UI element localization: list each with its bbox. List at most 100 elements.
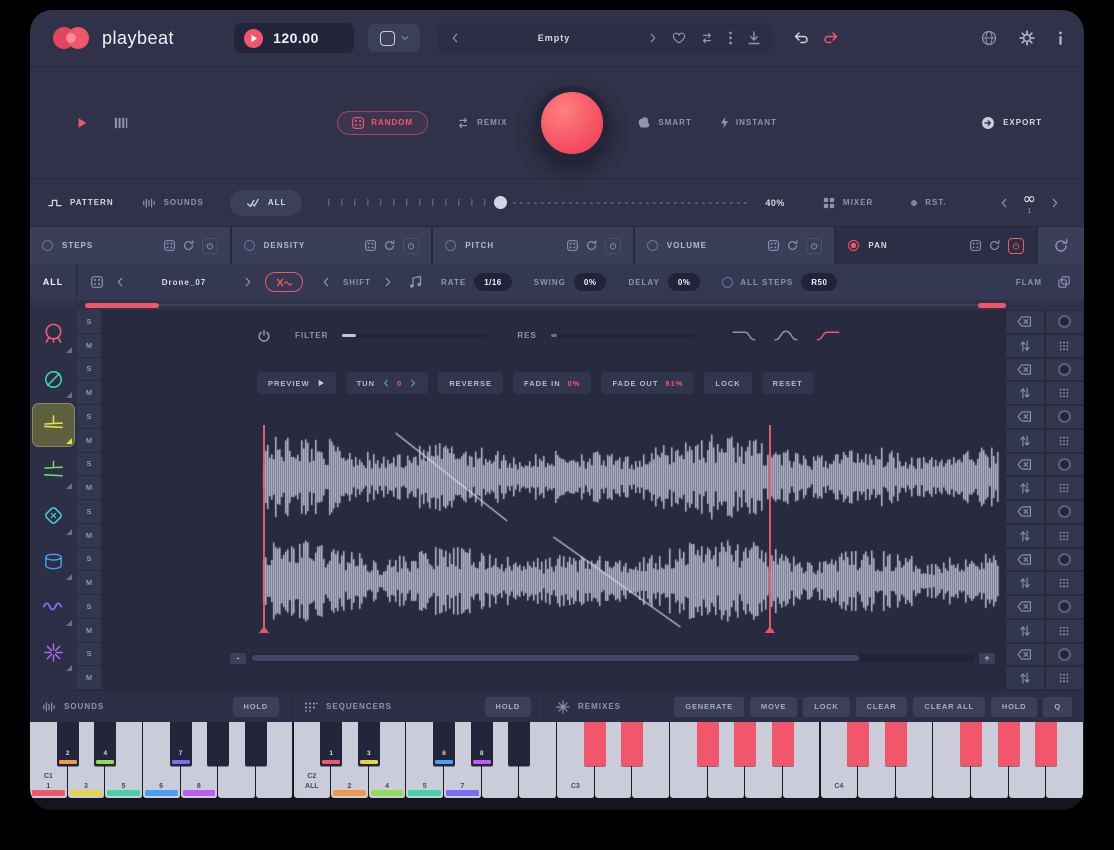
swap-sample-button[interactable] xyxy=(1005,619,1045,643)
reverse-button[interactable]: REVERSE xyxy=(438,372,503,394)
swap-sample-button[interactable] xyxy=(1005,571,1045,595)
mute-button[interactable]: M xyxy=(77,429,102,453)
mute-button[interactable]: M xyxy=(77,334,102,358)
filter-highpass-icon[interactable] xyxy=(816,328,840,343)
row-all-cell[interactable]: ALL xyxy=(30,264,77,300)
black-key[interactable]: 2 xyxy=(57,722,79,766)
param-tab-radio[interactable] xyxy=(647,240,658,251)
solo-button[interactable]: S xyxy=(77,453,102,477)
clear-sample-button[interactable] xyxy=(1005,358,1045,382)
solo-button[interactable]: S xyxy=(77,500,102,524)
filter-lowpass-icon[interactable] xyxy=(732,328,756,343)
undo-icon[interactable] xyxy=(793,30,809,46)
black-key[interactable]: 4 xyxy=(94,722,116,766)
sound-slot-open-hihat[interactable] xyxy=(32,449,75,493)
param-tab-radio[interactable] xyxy=(445,240,456,251)
sample-knob[interactable] xyxy=(1045,453,1085,477)
all-steps-value[interactable]: R50 xyxy=(801,273,837,291)
param-tab-pan[interactable]: PAN xyxy=(836,227,1036,264)
refresh-icon[interactable] xyxy=(183,240,194,251)
piano-roll-icon[interactable] xyxy=(114,116,128,130)
remix-key[interactable] xyxy=(847,722,869,766)
sample-knob[interactable] xyxy=(1045,358,1085,382)
filter-slider[interactable] xyxy=(342,334,487,337)
drag-handle[interactable] xyxy=(1045,571,1085,595)
smart-button[interactable]: SMART xyxy=(637,116,691,130)
sound-slot-snare[interactable] xyxy=(32,358,75,402)
preview-button[interactable]: PREVIEW xyxy=(257,372,336,394)
globe-icon[interactable] xyxy=(981,30,997,46)
end-marker[interactable] xyxy=(769,425,771,627)
delay-pill[interactable]: 0% xyxy=(668,273,701,291)
app-menu-button[interactable] xyxy=(368,24,420,52)
drag-handle[interactable] xyxy=(1045,334,1085,358)
remix-key[interactable] xyxy=(584,722,606,766)
start-marker-handle-icon[interactable] xyxy=(259,626,269,633)
clear-sample-button[interactable] xyxy=(1005,595,1045,619)
param-tab-radio[interactable] xyxy=(848,240,859,251)
clear-sample-button[interactable] xyxy=(1005,453,1045,477)
flam-label[interactable]: FLAM xyxy=(1016,278,1042,287)
redo-icon[interactable] xyxy=(823,30,839,46)
scroll-thumb[interactable] xyxy=(252,655,859,661)
strip-right-segment[interactable] xyxy=(978,303,1006,308)
sample-next-icon[interactable] xyxy=(243,277,253,287)
power-box[interactable] xyxy=(605,238,621,254)
clear-sample-button[interactable] xyxy=(1005,548,1045,572)
black-key[interactable] xyxy=(207,722,229,766)
loop-prev-icon[interactable] xyxy=(999,198,1009,208)
shift-left-icon[interactable] xyxy=(321,277,331,287)
filter-bandpass-icon[interactable] xyxy=(774,328,798,343)
clear-sample-button[interactable] xyxy=(1005,500,1045,524)
preset-next-button[interactable] xyxy=(648,33,658,43)
bpm-box[interactable]: 120.00 xyxy=(234,23,354,53)
fade-out-control[interactable]: FADE OUT 81% xyxy=(601,372,694,394)
dice-icon[interactable] xyxy=(970,240,981,251)
black-key[interactable]: 3 xyxy=(358,722,380,766)
x-wave-button[interactable] xyxy=(265,272,303,292)
remix-key[interactable] xyxy=(697,722,719,766)
remix-key[interactable] xyxy=(734,722,756,766)
dice-icon[interactable] xyxy=(768,240,779,251)
remix-key[interactable] xyxy=(960,722,982,766)
lock-button[interactable]: LOCK xyxy=(704,372,751,394)
clear-sample-button[interactable] xyxy=(1005,310,1045,334)
black-key[interactable] xyxy=(245,722,267,766)
randomize-cycle-button[interactable] xyxy=(1038,227,1084,264)
sound-slot-wave[interactable] xyxy=(32,585,75,629)
sample-knob[interactable] xyxy=(1045,405,1085,429)
bpm-value[interactable]: 120.00 xyxy=(273,30,319,46)
fade-in-control[interactable]: FADE IN 0% xyxy=(513,372,591,394)
solo-button[interactable]: S xyxy=(77,643,102,667)
drag-handle[interactable] xyxy=(1045,619,1085,643)
refresh-icon[interactable] xyxy=(384,240,395,251)
swap-sample-button[interactable] xyxy=(1005,476,1045,500)
sample-knob[interactable] xyxy=(1045,643,1085,667)
bottom-lock-button[interactable]: LOCK xyxy=(803,697,849,717)
preset-loop-icon[interactable] xyxy=(700,31,714,45)
reset-button[interactable]: RST. xyxy=(911,198,946,207)
loop-infinity[interactable]: ∞ 1 xyxy=(1023,191,1036,215)
sample-knob[interactable] xyxy=(1045,595,1085,619)
drag-handle[interactable] xyxy=(1045,381,1085,405)
sample-name[interactable]: Drone_07 xyxy=(125,278,243,287)
favorite-icon[interactable] xyxy=(672,31,686,45)
remix-button[interactable]: REMIX xyxy=(456,116,507,130)
sample-knob[interactable] xyxy=(1045,500,1085,524)
param-tab-density[interactable]: DENSITY xyxy=(232,227,432,264)
bottom-clear-all-button[interactable]: CLEAR ALL xyxy=(913,697,984,717)
remix-key[interactable] xyxy=(998,722,1020,766)
sound-slot-percussion[interactable] xyxy=(32,631,75,675)
swap-sample-button[interactable] xyxy=(1005,429,1045,453)
rate-value[interactable]: 1/16 xyxy=(474,273,512,291)
export-button[interactable]: EXPORT xyxy=(981,116,1042,130)
start-marker[interactable] xyxy=(263,425,265,627)
bottom-hold-button[interactable]: HOLD xyxy=(991,697,1037,717)
swap-sample-button[interactable] xyxy=(1005,524,1045,548)
mute-button[interactable]: M xyxy=(77,619,102,643)
black-key[interactable] xyxy=(508,722,530,766)
all-filter-button[interactable]: ALL xyxy=(230,190,303,216)
drag-handle[interactable] xyxy=(1045,476,1085,500)
loop-next-icon[interactable] xyxy=(1050,198,1060,208)
sound-slot-tom[interactable] xyxy=(32,540,75,584)
